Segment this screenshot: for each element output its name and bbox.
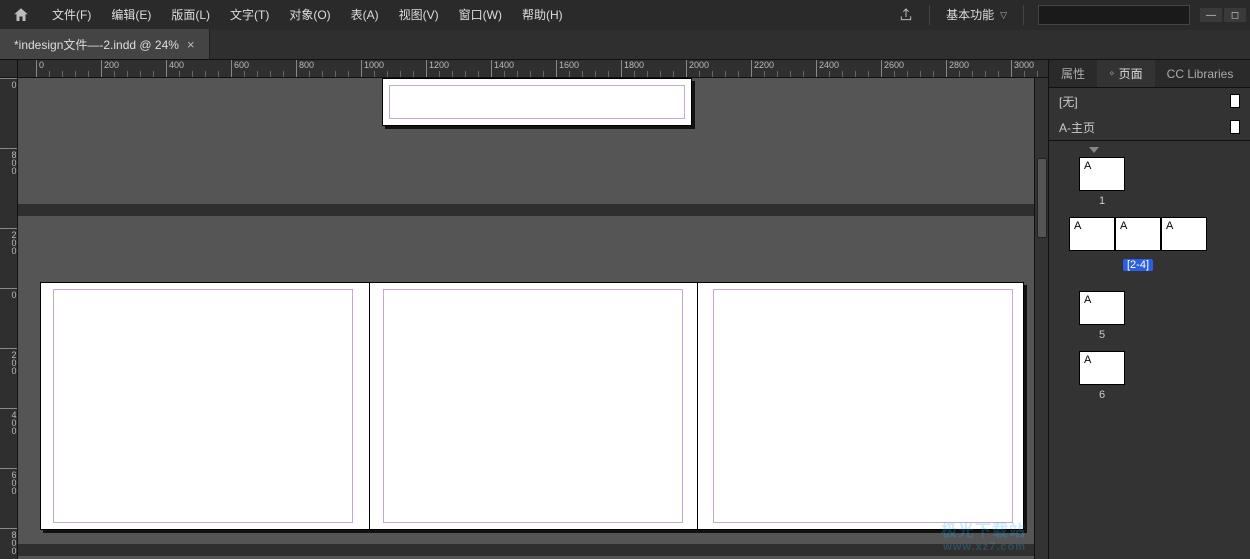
vertical-scrollbar[interactable] [1034, 78, 1048, 559]
page-thumbnail-upper[interactable] [382, 78, 692, 126]
master-none[interactable]: [无] [1049, 88, 1250, 114]
workspace-label: 基本功能 [946, 0, 994, 30]
chevron-left-right-icon: ⋄ [1109, 68, 1115, 79]
spread-separator [18, 544, 1034, 556]
menu-layout[interactable]: 版面(L) [161, 0, 220, 30]
page-divider [697, 283, 698, 529]
document-tab-title: *indesign文件—-2.indd @ 24% [14, 36, 179, 53]
scrollbar-thumb[interactable] [1037, 158, 1047, 238]
page-margin-guide [53, 289, 353, 523]
document-tab[interactable]: *indesign文件—-2.indd @ 24% × [0, 29, 210, 59]
close-icon[interactable]: × [187, 37, 195, 52]
master-a[interactable]: A-主页 [1049, 114, 1250, 140]
master-pages-list: [无] A-主页 [1049, 88, 1250, 141]
document-tab-bar: *indesign文件—-2.indd @ 24% × [0, 30, 1250, 60]
canvas-stage[interactable]: 极光下载站 www.xz7.com [18, 78, 1034, 559]
tab-properties[interactable]: 属性 [1049, 60, 1097, 87]
app-root: 文件(F) 编辑(E) 版面(L) 文字(T) 对象(O) 表(A) 视图(V)… [0, 0, 1250, 559]
page-margin-guide [383, 289, 683, 523]
page-thumb-1[interactable]: A [1079, 157, 1125, 191]
menu-object[interactable]: 对象(O) [279, 0, 340, 30]
divider [929, 5, 930, 25]
ruler-origin[interactable] [0, 60, 18, 78]
tab-pages-label: 页面 [1119, 65, 1143, 82]
menu-file[interactable]: 文件(F) [42, 0, 101, 30]
spread-3up[interactable] [40, 282, 1024, 530]
spread-separator [18, 204, 1034, 216]
pages-thumbnail-list: A 1 A A A [2-4] A 5 [1049, 141, 1250, 559]
master-swatch-icon [1230, 94, 1240, 108]
menu-edit[interactable]: 编辑(E) [101, 0, 161, 30]
share-button[interactable] [889, 0, 923, 30]
page-row-2-4: A A A [2-4] [1069, 217, 1250, 291]
workspace-switcher[interactable]: 基本功能 ▽ [936, 0, 1017, 30]
page-divider [369, 283, 370, 529]
master-none-label: [无] [1059, 93, 1078, 110]
tab-cc-libraries[interactable]: CC Libraries [1155, 60, 1246, 87]
share-icon [898, 7, 914, 23]
page-row-1: A 1 [1079, 157, 1250, 217]
menu-type[interactable]: 文字(T) [220, 0, 279, 30]
menu-bar: 文件(F) 编辑(E) 版面(L) 文字(T) 对象(O) 表(A) 视图(V)… [0, 0, 1250, 30]
page-margin-guide [389, 85, 685, 119]
page-thumb-5[interactable]: A [1079, 291, 1125, 325]
master-a-label: A-主页 [1059, 119, 1095, 136]
main-area: 0200400600800100012001400160018002000220… [0, 60, 1250, 559]
menu-help[interactable]: 帮助(H) [512, 0, 573, 30]
page-thumb-3[interactable]: A [1115, 217, 1161, 251]
window-controls: — ◻ [1198, 8, 1250, 22]
tab-pages[interactable]: ⋄ 页面 [1097, 60, 1155, 87]
home-button[interactable] [0, 0, 42, 30]
horizontal-ruler[interactable]: 0200400600800100012001400160018002000220… [18, 60, 1048, 78]
home-icon [12, 6, 30, 24]
vertical-ruler[interactable]: 08002000200400600800 [0, 78, 18, 559]
chevron-down-icon: ▽ [1000, 0, 1007, 30]
spread-thumb-2-4[interactable]: A A A [1069, 217, 1207, 251]
canvas-area: 0200400600800100012001400160018002000220… [0, 60, 1048, 559]
page-margin-guide [713, 289, 1013, 523]
page-thumb-2[interactable]: A [1069, 217, 1115, 251]
search-input[interactable] [1038, 5, 1190, 25]
minimize-button[interactable]: — [1200, 8, 1222, 22]
right-panel: 属性 ⋄ 页面 CC Libraries [无] A-主页 [1048, 60, 1250, 559]
page-label-1: 1 [1079, 195, 1125, 207]
menu-view[interactable]: 视图(V) [389, 0, 449, 30]
menu-window[interactable]: 窗口(W) [449, 0, 512, 30]
page-thumb-6[interactable]: A [1079, 351, 1125, 385]
page-row-6: A 6 [1079, 351, 1250, 411]
page-label-2-4: [2-4] [1123, 259, 1153, 271]
panel-tabs: 属性 ⋄ 页面 CC Libraries [1049, 60, 1250, 88]
master-swatch-icon [1230, 120, 1240, 134]
page-label-6: 6 [1079, 389, 1125, 401]
page-row-5: A 5 [1079, 291, 1250, 351]
page-label-5: 5 [1079, 329, 1125, 341]
triangle-down-icon [1089, 147, 1099, 153]
divider [1023, 5, 1024, 25]
menu-table[interactable]: 表(A) [341, 0, 389, 30]
restore-button[interactable]: ◻ [1224, 8, 1246, 22]
canvas-row: 08002000200400600800 [0, 78, 1048, 559]
page-thumb-4[interactable]: A [1161, 217, 1207, 251]
